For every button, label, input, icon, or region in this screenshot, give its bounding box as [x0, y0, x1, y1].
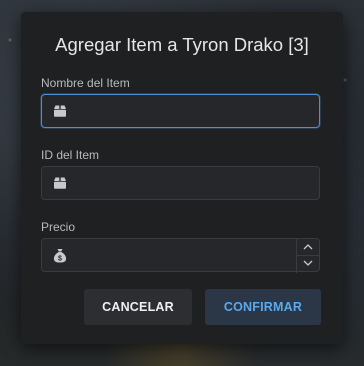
cancel-button[interactable]: CANCELAR [84, 289, 192, 325]
chevron-up-icon [303, 244, 313, 250]
price-stepper[interactable] [296, 239, 319, 273]
item-name-input[interactable] [76, 95, 276, 127]
add-item-dialog: Agregar Item a Tyron Drako [3] Nombre de… [21, 12, 343, 344]
price-label: Precio [41, 220, 76, 234]
chevron-down-icon [303, 260, 313, 266]
price-input[interactable] [76, 239, 276, 271]
item-name-field[interactable] [41, 94, 320, 128]
svg-text:$: $ [58, 256, 62, 263]
dialog-title: Agregar Item a Tyron Drako [3] [55, 34, 309, 55]
box-icon [53, 104, 67, 118]
decrement-button[interactable] [297, 255, 319, 271]
item-id-input[interactable] [76, 167, 276, 199]
item-id-field[interactable] [41, 166, 320, 200]
increment-button[interactable] [297, 239, 319, 256]
confirm-button[interactable]: CONFIRMAR [205, 289, 321, 325]
box-icon [53, 176, 67, 190]
money-bag-icon: $ [53, 248, 67, 263]
item-id-label: ID del Item [41, 148, 100, 162]
price-field[interactable]: $ [41, 238, 320, 273]
item-name-label: Nombre del Item [41, 76, 130, 90]
